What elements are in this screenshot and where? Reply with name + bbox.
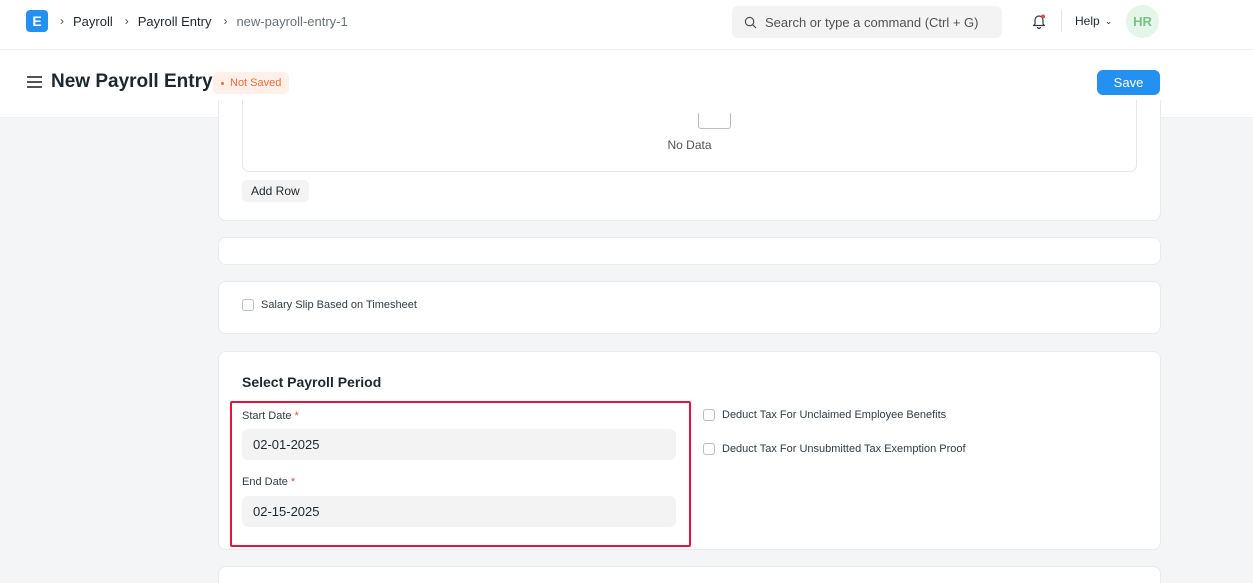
deduct-unclaimed-checkbox[interactable]	[703, 409, 715, 421]
chevron-right-icon: ›	[124, 14, 129, 28]
deduct-unclaimed-row[interactable]: Deduct Tax For Unclaimed Employee Benefi…	[703, 409, 946, 421]
navbar-divider	[1061, 10, 1062, 32]
deduct-unsubmitted-checkbox[interactable]	[703, 443, 715, 455]
timesheet-section: Salary Slip Based on Timesheet	[218, 281, 1161, 334]
sidebar-toggle-icon[interactable]	[27, 76, 42, 88]
breadcrumb-payroll[interactable]: Payroll	[73, 14, 113, 29]
deduct-unsubmitted-label: Deduct Tax For Unsubmitted Tax Exemption…	[722, 443, 966, 455]
empty-section	[218, 237, 1161, 265]
deduct-unsubmitted-row[interactable]: Deduct Tax For Unsubmitted Tax Exemption…	[703, 443, 966, 455]
save-button[interactable]: Save	[1097, 70, 1160, 95]
status-dot-icon	[221, 81, 224, 85]
top-navbar: E › Payroll › Payroll Entry › new-payrol…	[0, 0, 1253, 50]
add-row-button[interactable]: Add Row	[242, 180, 309, 202]
salary-slip-timesheet-label: Salary Slip Based on Timesheet	[261, 299, 417, 311]
next-section	[218, 566, 1161, 583]
breadcrumb: › Payroll › Payroll Entry › new-payroll-…	[60, 0, 360, 42]
breadcrumb-payroll-entry[interactable]: Payroll Entry	[138, 14, 212, 29]
timesheet-checkbox-row[interactable]: Salary Slip Based on Timesheet	[242, 299, 417, 311]
chevron-down-icon: ⌄	[1104, 15, 1113, 26]
deduct-unclaimed-label: Deduct Tax For Unclaimed Employee Benefi…	[722, 409, 947, 421]
search-icon	[744, 16, 757, 28]
help-label: Help	[1075, 14, 1100, 28]
status-badge: Not Saved	[213, 72, 290, 94]
highlight-box	[230, 401, 691, 547]
empty-state-icon	[698, 113, 731, 129]
search-input[interactable]: Search or type a command (Ctrl + G)	[732, 6, 1002, 38]
page-title: New Payroll Entry	[51, 71, 213, 92]
child-table-grid: No Data	[242, 100, 1137, 172]
breadcrumb-current[interactable]: new-payroll-entry-1	[236, 14, 347, 29]
search-placeholder: Search or type a command (Ctrl + G)	[765, 14, 979, 30]
section-title: Select Payroll Period	[242, 374, 382, 390]
notification-bell-icon[interactable]	[1030, 12, 1048, 30]
chevron-right-icon: ›	[60, 14, 64, 28]
status-text: Not Saved	[230, 77, 282, 89]
employees-table-section: No Data Add Row	[218, 100, 1161, 221]
app-logo[interactable]: E	[26, 10, 48, 32]
help-dropdown[interactable]: Help ⌄	[1075, 14, 1112, 28]
no-data-text: No Data	[667, 138, 712, 152]
chevron-right-icon: ›	[223, 14, 228, 28]
avatar[interactable]: HR	[1126, 5, 1159, 38]
salary-slip-timesheet-checkbox[interactable]	[242, 299, 254, 311]
